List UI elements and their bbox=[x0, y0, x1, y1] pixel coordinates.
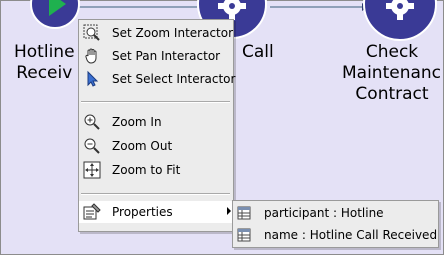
zoom-in-icon bbox=[84, 114, 100, 130]
menu-item-zoom-out[interactable]: Zoom Out bbox=[79, 135, 233, 157]
node-start-event[interactable] bbox=[30, 0, 80, 29]
menu-item-set-pan-interactor[interactable]: Set Pan Interactor bbox=[79, 45, 233, 67]
hand-icon bbox=[85, 48, 97, 64]
table-icon bbox=[237, 228, 251, 242]
menu-item-set-select-interactor[interactable]: Set Select Interactor bbox=[79, 68, 235, 90]
properties-submenu: participant : Hotline name : Hotline Cal… bbox=[232, 200, 439, 248]
node-label-call: Call bbox=[242, 42, 274, 62]
menu-item-set-zoom-interactor[interactable]: Set Zoom Interactor bbox=[79, 22, 233, 44]
node-check-maintenance-task[interactable] bbox=[363, 0, 437, 41]
menu-separator bbox=[81, 193, 230, 195]
zoom-out-icon bbox=[84, 138, 100, 154]
zoom-fit-icon bbox=[83, 161, 101, 179]
menu-item-zoom-in[interactable]: Zoom In bbox=[79, 111, 233, 133]
menu-separator bbox=[81, 101, 230, 103]
node-label-check: Check Maintenanc Contract bbox=[342, 42, 442, 104]
property-name[interactable]: name : Hotline Call Received bbox=[233, 224, 438, 246]
pointer-arrow-icon bbox=[87, 70, 99, 87]
menu-item-properties[interactable]: Properties bbox=[79, 201, 233, 223]
property-participant[interactable]: participant : Hotline bbox=[233, 202, 438, 224]
menu-item-zoom-to-fit[interactable]: Zoom to Fit bbox=[79, 159, 233, 181]
properties-icon bbox=[83, 203, 101, 220]
context-menu: Set Zoom Interactor Set Pan Interactor S… bbox=[78, 19, 235, 232]
table-icon bbox=[237, 206, 251, 220]
submenu-arrow-icon bbox=[227, 207, 231, 215]
zoom-box-icon bbox=[83, 24, 100, 41]
node-label-start: Hotline Receiv bbox=[14, 42, 75, 83]
